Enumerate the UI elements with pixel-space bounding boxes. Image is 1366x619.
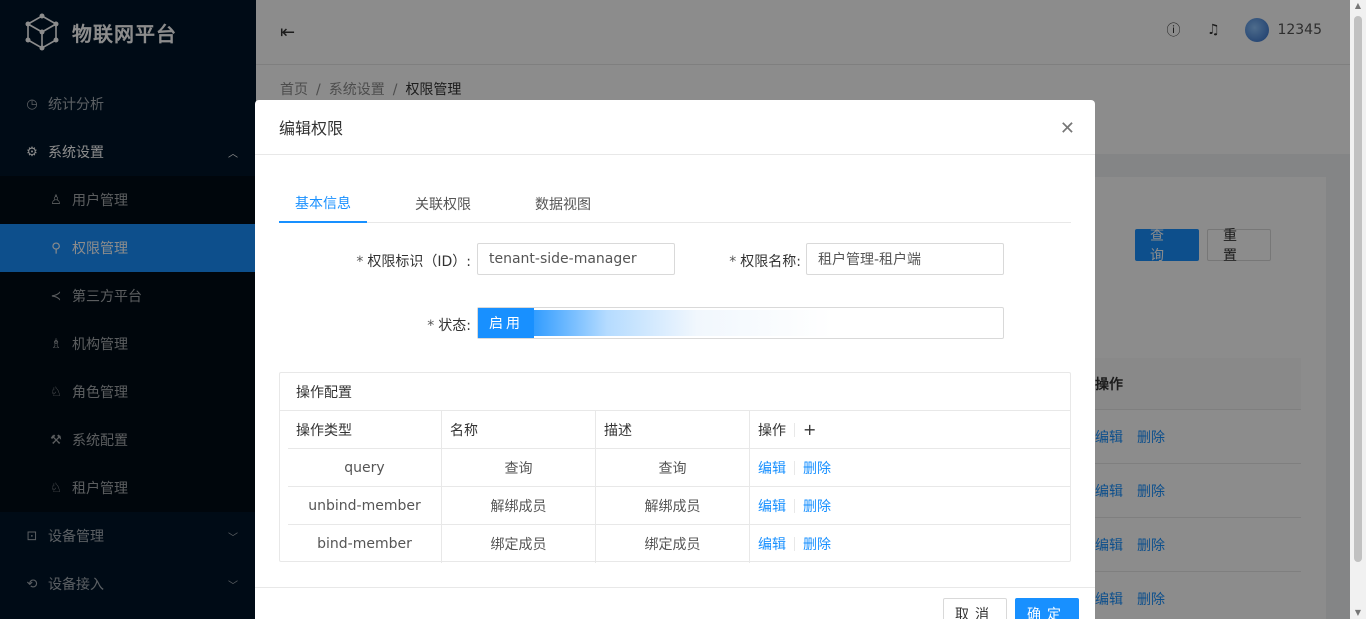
name-input[interactable]: 租户管理-租户端	[806, 243, 1004, 275]
edit-link[interactable]: 编辑	[758, 458, 786, 478]
scroll-down-icon[interactable]: ▼	[1354, 609, 1362, 617]
cell-name: 查询	[442, 449, 596, 486]
edit-permission-modal: 编辑权限 ✕ 基本信息 关联权限 数据视图 * 权限标识（ID）: tenant-…	[255, 100, 1095, 619]
modal-tabs: 基本信息 关联权限 数据视图	[279, 184, 1071, 223]
cell-actions: 编辑 删除	[750, 525, 1070, 563]
tab-related-permissions[interactable]: 关联权限	[399, 184, 487, 223]
close-icon[interactable]: ✕	[1060, 118, 1075, 139]
cancel-button[interactable]: 取消	[943, 598, 1007, 619]
name-label: * 权限名称:	[729, 254, 801, 270]
cell-desc: 解绑成员	[596, 487, 750, 524]
col-name: 名称	[442, 411, 596, 448]
scroll-up-icon[interactable]: ▲	[1354, 2, 1362, 10]
status-switch-group[interactable]: 启用	[477, 307, 1004, 339]
blurred-region	[532, 310, 832, 336]
delete-link[interactable]: 删除	[803, 458, 831, 478]
tab-basic-info[interactable]: 基本信息	[279, 184, 367, 223]
cell-name: 解绑成员	[442, 487, 596, 524]
confirm-button[interactable]: 确定	[1015, 598, 1079, 619]
cell-actions: 编辑 删除	[750, 487, 1070, 524]
page-scrollbar[interactable]: ▲ ▼	[1350, 0, 1366, 619]
operation-table: 操作类型 名称 描述 操作 + query 查询 查询 编辑 删除 unbind-m…	[288, 411, 1070, 563]
modal-title: 编辑权限	[255, 100, 1095, 155]
tab-data-view[interactable]: 数据视图	[519, 184, 607, 223]
cell-type: query	[288, 449, 442, 486]
table-row: bind-member 绑定成员 绑定成员 编辑 删除	[288, 525, 1070, 563]
status-label: * 状态:	[427, 318, 471, 334]
cell-type: unbind-member	[288, 487, 442, 524]
plus-icon[interactable]: +	[803, 420, 816, 439]
table-header-row: 操作类型 名称 描述 操作 +	[288, 411, 1070, 449]
operation-config-card: 操作配置 操作类型 名称 描述 操作 + query 查询 查询 编辑 删除 unb…	[279, 372, 1071, 563]
status-enabled-option[interactable]: 启用	[478, 308, 534, 338]
cell-type: bind-member	[288, 525, 442, 563]
scroll-thumb[interactable]	[1354, 16, 1362, 562]
edit-link[interactable]: 编辑	[758, 496, 786, 516]
operation-config-title: 操作配置	[280, 373, 1070, 411]
cell-name: 绑定成员	[442, 525, 596, 563]
delete-link[interactable]: 删除	[803, 496, 831, 516]
id-label: * 权限标识（ID）:	[356, 254, 471, 270]
col-op-type: 操作类型	[288, 411, 442, 448]
cell-desc: 绑定成员	[596, 525, 750, 563]
table-row: unbind-member 解绑成员 解绑成员 编辑 删除	[288, 487, 1070, 525]
id-input[interactable]: tenant-side-manager	[477, 243, 675, 275]
table-row: query 查询 查询 编辑 删除	[288, 449, 1070, 487]
col-actions: 操作 +	[758, 420, 817, 439]
cell-actions: 编辑 删除	[750, 449, 1070, 486]
cell-desc: 查询	[596, 449, 750, 486]
col-desc: 描述	[596, 411, 750, 448]
edit-link[interactable]: 编辑	[758, 534, 786, 554]
delete-link[interactable]: 删除	[803, 534, 831, 554]
